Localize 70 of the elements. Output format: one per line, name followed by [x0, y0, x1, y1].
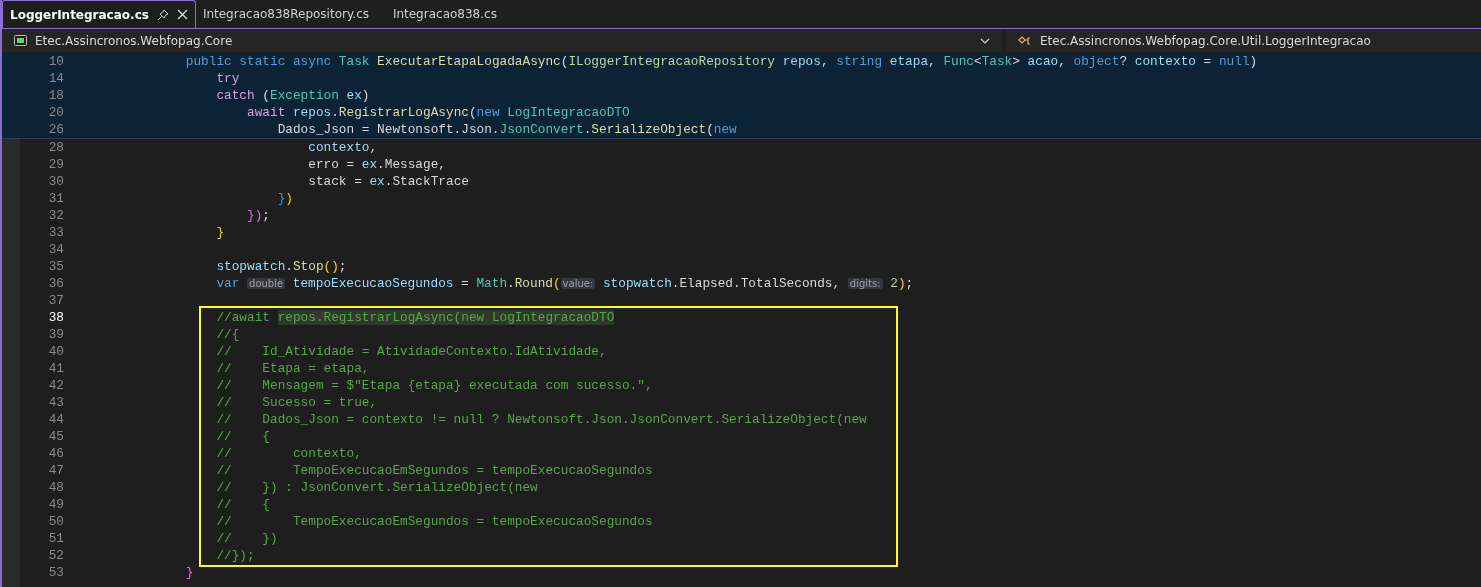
line-number: 49	[47, 497, 64, 512]
close-icon[interactable]	[176, 9, 188, 20]
line-number: 42	[47, 378, 64, 393]
code-line: //await repos.RegistrarLogAsync(new LogIntegracaoDTO	[215, 310, 615, 325]
code-line: // Dados_Json = contexto != null ? Newtonsoft.Json.JsonConvert.SerializeObject(new	[215, 412, 867, 427]
line-number: 39	[47, 327, 64, 342]
code-line: catch (Exception ex)	[215, 88, 370, 103]
code-line: }	[215, 225, 225, 240]
code-line: // Sucesso = true,	[215, 395, 378, 410]
code-line: erro = ex.Message,	[307, 157, 446, 172]
code-line: await repos.RegistrarLogAsync(new LogIntegracaoDTO	[246, 105, 630, 120]
line-number: 18	[47, 88, 64, 103]
code-line: //});	[215, 548, 255, 563]
editor-tab[interactable]: LoggerIntegracao.cs	[2, 0, 196, 28]
line-number: 38	[47, 310, 64, 325]
code-line: // Etapa = etapa,	[215, 361, 370, 376]
editor-tab[interactable]: Integracao838Repository.cs	[195, 0, 386, 28]
line-number: 47	[47, 463, 64, 478]
line-number: 14	[47, 71, 64, 86]
code-line: // TempoExecucaoEmSegundos = tempoExecucaoSegundos	[215, 463, 653, 478]
code-line: // }) : JsonConvert.SerializeObject(new	[215, 480, 538, 495]
csharp-project-icon	[14, 35, 27, 46]
line-number: 46	[47, 446, 64, 461]
code-line: stack = ex.StackTrace	[307, 174, 469, 189]
code-line: Dados_Json = Newtonsoft.Json.JsonConvert.SerializeObject(new	[276, 122, 737, 137]
code-line: // TempoExecucaoEmSegundos = tempoExecucaoSegundos	[215, 514, 653, 529]
line-number: 52	[47, 548, 64, 563]
line-number: 48	[47, 480, 64, 495]
line-number: 45	[47, 429, 64, 444]
line-number: 36	[47, 276, 64, 291]
code-line: // {	[215, 429, 270, 444]
line-number: 35	[47, 259, 64, 274]
code-line: // contexto,	[215, 446, 362, 461]
code-line: stopwatch.Stop();	[215, 259, 347, 274]
line-number: 43	[47, 395, 64, 410]
code-line: // Id_Atividade = AtividadeContexto.IdAtividade,	[215, 344, 607, 359]
code-line: var double tempoExecucaoSegundos = Math.Round(value: stopwatch.Elapsed.TotalSeconds, digits: 2);	[215, 276, 914, 291]
code-line: // })	[215, 531, 278, 546]
caret-icon	[980, 37, 990, 44]
line-number: 10	[47, 54, 64, 69]
code-line: //{	[215, 327, 240, 342]
line-number: 41	[47, 361, 64, 376]
line-number: 31	[47, 191, 64, 206]
pin-icon[interactable]	[156, 8, 169, 21]
class-icon	[1018, 34, 1032, 47]
line-number: 20	[47, 105, 64, 120]
code-line: try	[215, 71, 240, 86]
code-line: })	[276, 191, 293, 206]
line-number: 51	[47, 531, 64, 546]
line-number: 29	[47, 157, 64, 172]
code-line: public static async Task ExecutarEtapaLogadaAsync(ILoggerIntegracaoRepository repos, string etapa, Func<Task> acao, object? contexto = null)	[184, 54, 1258, 69]
line-number: 40	[47, 344, 64, 359]
code-line: // {	[215, 497, 270, 512]
line-number: 37	[47, 293, 64, 308]
line-number: 53	[47, 565, 64, 580]
line-number: 28	[47, 140, 64, 155]
code-line: contexto,	[307, 140, 378, 155]
line-number: 32	[47, 208, 64, 223]
code-line: }	[184, 565, 194, 580]
line-number: 26	[47, 122, 64, 137]
editor-tab[interactable]: Integracao838.cs	[385, 0, 576, 28]
project-dropdown[interactable]: Etec.Assincronos.Webfopag.Core	[2, 29, 1002, 52]
member-dropdown[interactable]: Etec.Assincronos.Webfopag.Core.Util.LoggerIntegracao	[1006, 29, 1481, 52]
code-line: // Mensagem = $"Etapa {etapa} executada com sucesso.",	[215, 378, 653, 393]
line-number: 33	[47, 225, 64, 240]
line-number: 30	[47, 174, 64, 189]
line-number: 50	[47, 514, 64, 529]
code-line: });	[246, 208, 270, 223]
line-number: 34	[47, 242, 64, 257]
line-number: 44	[47, 412, 64, 427]
